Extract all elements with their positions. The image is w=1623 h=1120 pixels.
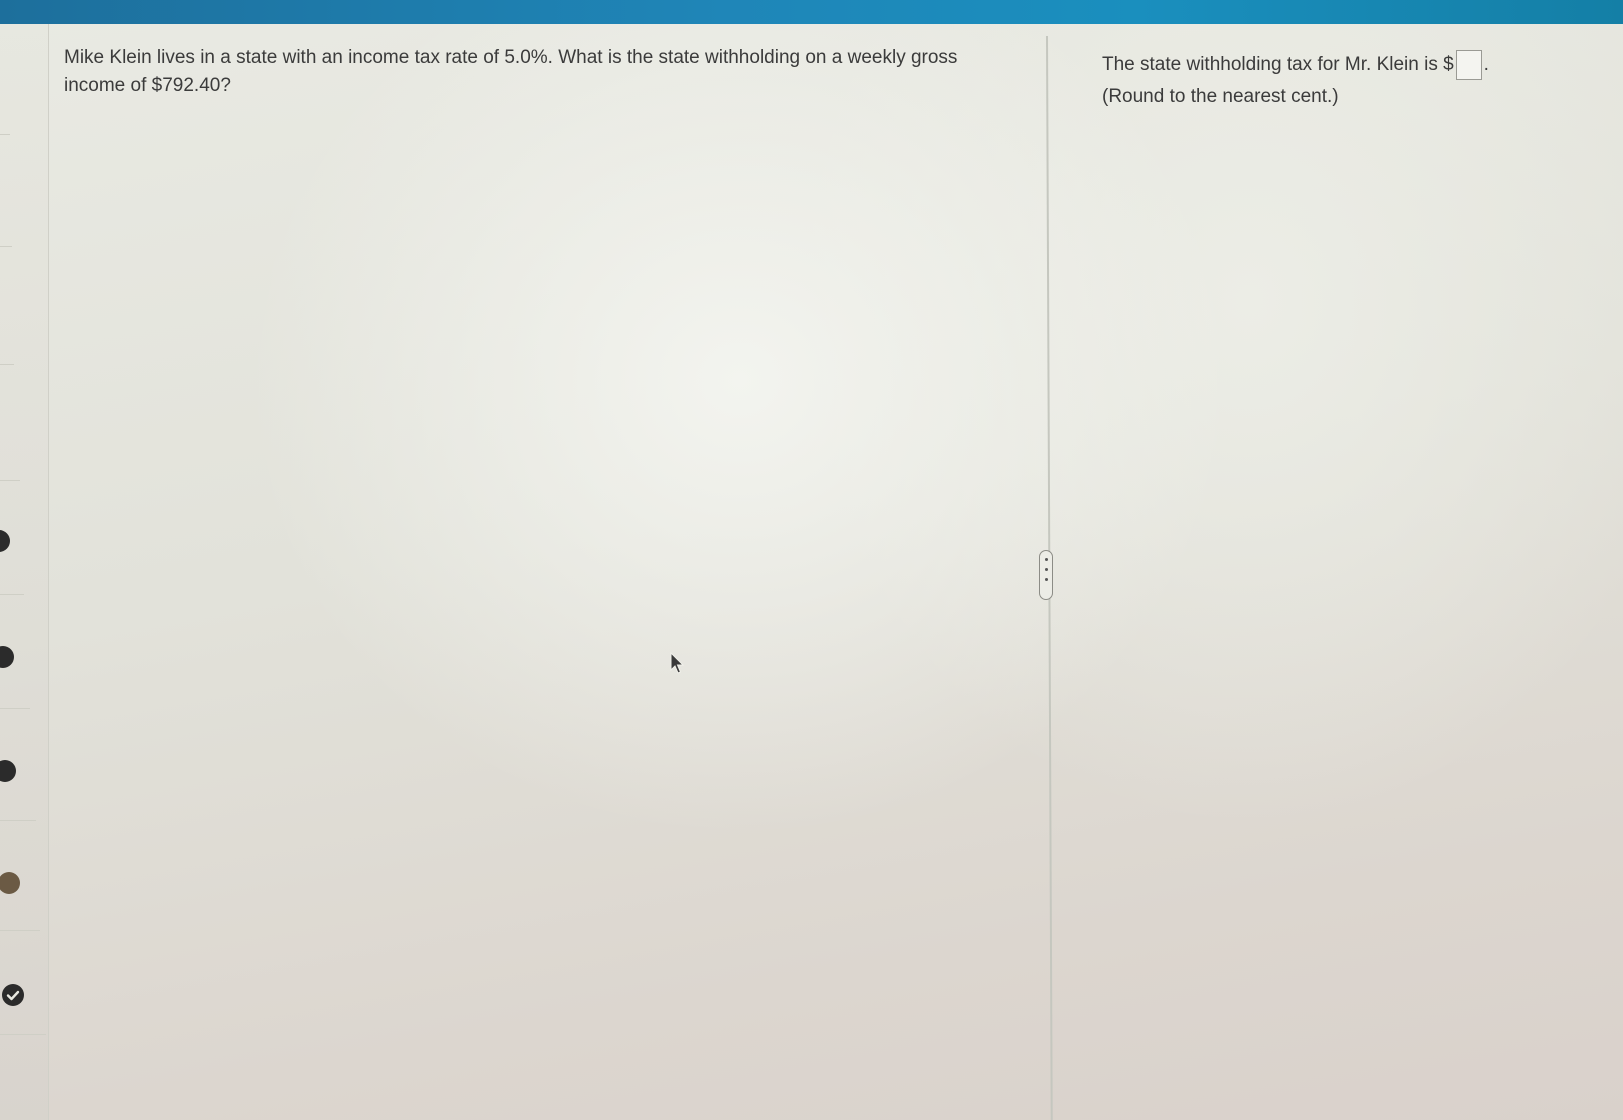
question-navigation-rail bbox=[0, 24, 49, 1120]
rounding-hint: (Round to the nearest cent.) bbox=[1102, 86, 1339, 107]
answer-line: The state withholding tax for Mr. Klein … bbox=[1102, 48, 1602, 82]
answer-prefix: The state withholding tax for Mr. Klein … bbox=[1102, 54, 1454, 75]
checkmark-circle-icon[interactable] bbox=[2, 984, 24, 1006]
answer-suffix: . bbox=[1483, 54, 1489, 75]
rail-separator bbox=[0, 594, 24, 595]
rail-separator bbox=[0, 480, 20, 481]
rail-separator bbox=[0, 134, 10, 135]
rail-separator bbox=[0, 246, 12, 247]
mouse-pointer-icon bbox=[670, 652, 685, 674]
rail-separator bbox=[0, 708, 30, 709]
rail-separator bbox=[0, 1034, 46, 1035]
rail-separator bbox=[0, 364, 14, 365]
rail-separator bbox=[0, 930, 40, 931]
rail-separator bbox=[0, 820, 36, 821]
vertical-ellipsis-icon[interactable] bbox=[1039, 550, 1053, 600]
top-header-bar bbox=[0, 0, 1623, 24]
checkmark-icon bbox=[6, 990, 20, 1001]
answer-input[interactable] bbox=[1455, 50, 1482, 80]
question-text: Mike Klein lives in a state with an inco… bbox=[64, 47, 958, 96]
answer-panel: The state withholding tax for Mr. Klein … bbox=[1102, 48, 1602, 112]
